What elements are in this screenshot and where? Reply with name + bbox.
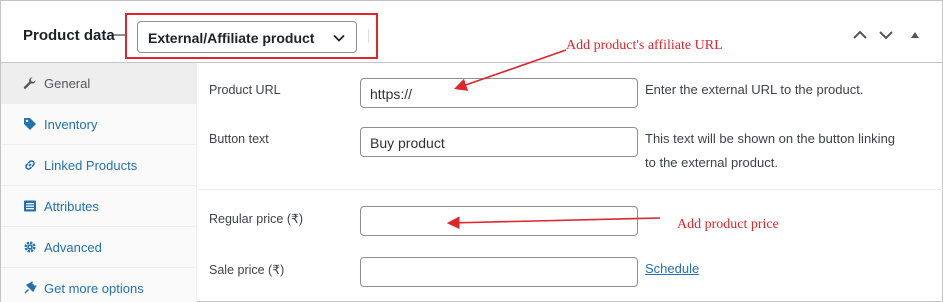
plugin-icon — [24, 281, 37, 294]
tab-label: General — [44, 76, 91, 91]
product-url-label: Product URL — [209, 83, 281, 97]
button-text-description-line1: This text will be shown on the button li… — [645, 131, 896, 146]
product-url-description: Enter the external URL to the product. — [645, 82, 864, 97]
section-divider — [198, 189, 943, 190]
header-divider — [368, 29, 369, 43]
price-annotation: Add product price — [677, 217, 779, 232]
tab-label: Advanced — [44, 240, 102, 255]
tab-inventory[interactable]: Inventory — [1, 104, 197, 145]
tab-label: Attributes — [44, 199, 99, 214]
regular-price-input[interactable] — [360, 206, 638, 236]
wrench-icon — [23, 77, 36, 89]
regular-price-label: Regular price (₹) — [209, 212, 304, 226]
panel-title: Product data — [23, 27, 115, 44]
panel-header: Product data — External/Affiliate produc… — [1, 1, 942, 63]
tab-advanced[interactable]: Advanced — [1, 227, 197, 268]
affiliate-url-annotation: Add product's affiliate URL — [566, 38, 723, 53]
tab-general[interactable]: General — [1, 63, 197, 104]
tab-linked-products[interactable]: Linked Products — [1, 145, 197, 186]
product-data-tabs: General Inventory Linked Products Attrib… — [1, 63, 197, 302]
tag-icon — [24, 118, 36, 130]
tab-label: Get more options — [44, 281, 144, 296]
product-data-panel: Product data — External/Affiliate produc… — [0, 0, 943, 302]
collapse-toggle-icon[interactable] — [910, 29, 920, 41]
tab-get-more-options[interactable]: Get more options — [1, 268, 197, 302]
link-icon — [25, 160, 35, 170]
button-text-description-line2: to the external product. — [645, 155, 778, 170]
sale-price-label: Sale price (₹) — [209, 263, 285, 277]
tab-label: Inventory — [44, 117, 98, 132]
button-text-input[interactable]: Buy product — [360, 127, 638, 157]
gear-icon — [24, 241, 36, 253]
schedule-link[interactable]: Schedule — [645, 261, 699, 276]
move-up-icon[interactable] — [852, 29, 868, 41]
move-down-icon[interactable] — [878, 29, 894, 41]
tab-attributes[interactable]: Attributes — [1, 186, 197, 227]
highlight-box — [125, 13, 378, 59]
button-text-value: Buy product — [370, 135, 445, 151]
product-url-input[interactable]: https:// — [360, 78, 638, 108]
sale-price-input[interactable] — [360, 257, 638, 287]
list-icon — [24, 200, 36, 212]
button-text-label: Button text — [209, 132, 269, 146]
product-url-value: https:// — [370, 86, 413, 102]
tab-label: Linked Products — [44, 158, 138, 173]
